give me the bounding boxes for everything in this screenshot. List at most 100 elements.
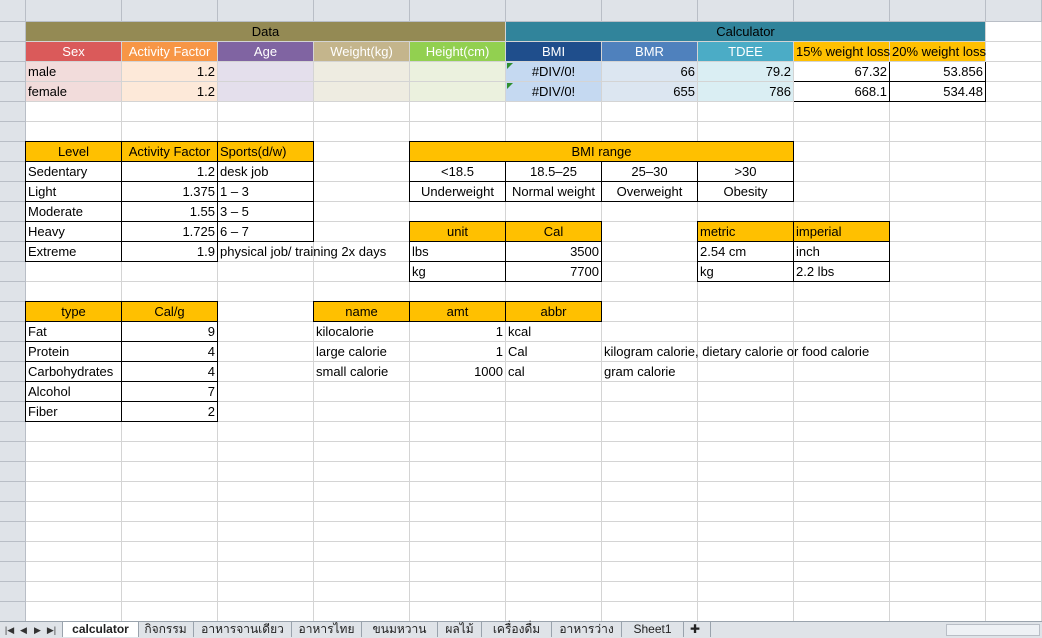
grid-cell[interactable]: [986, 602, 1042, 621]
grid-cell[interactable]: [890, 422, 986, 442]
grid-cell[interactable]: [410, 102, 506, 122]
grid-cell[interactable]: [794, 282, 890, 302]
grid-cell[interactable]: [218, 542, 314, 562]
grid-cell[interactable]: [890, 222, 986, 242]
grid-cell[interactable]: [314, 442, 410, 462]
calorie-amt[interactable]: 1: [410, 322, 506, 342]
level-sports[interactable]: physical job/ training 2x days: [218, 242, 386, 262]
grid-cell[interactable]: [218, 602, 314, 621]
row-header-10[interactable]: [0, 202, 26, 222]
metric-header[interactable]: metric: [697, 221, 794, 242]
next-sheet-nav-icon[interactable]: ▶: [32, 623, 43, 637]
age-input[interactable]: [218, 82, 314, 102]
row-header-6[interactable]: [0, 122, 26, 142]
grid-cell[interactable]: [122, 122, 218, 142]
grid-cell[interactable]: [218, 442, 314, 462]
sheet-tab[interactable]: อาหารไทย: [292, 622, 362, 637]
level-sports[interactable]: 3 – 5: [217, 201, 314, 222]
grid-cell[interactable]: [794, 302, 890, 322]
macro-cal[interactable]: 4: [121, 341, 218, 362]
level-name[interactable]: Moderate: [25, 201, 122, 222]
grid-cell[interactable]: [410, 202, 506, 222]
grid-cell[interactable]: [698, 322, 794, 342]
grid-cell[interactable]: [890, 342, 986, 362]
grid-cell[interactable]: [794, 582, 890, 602]
grid-cell[interactable]: [26, 422, 122, 442]
macro-type[interactable]: Alcohol: [25, 381, 122, 402]
grid-cell[interactable]: [602, 602, 698, 621]
grid-cell[interactable]: [794, 502, 890, 522]
grid-cell[interactable]: [890, 382, 986, 402]
grid-cell[interactable]: [314, 282, 410, 302]
grid-cell[interactable]: [890, 582, 986, 602]
grid-cell[interactable]: [26, 442, 122, 462]
grid-cell[interactable]: [986, 362, 1042, 382]
grid-cell[interactable]: [314, 222, 410, 242]
grid-cell[interactable]: [698, 562, 794, 582]
age-header[interactable]: Age: [218, 42, 314, 62]
unit-name[interactable]: lbs: [409, 241, 506, 262]
grid-cell[interactable]: [26, 482, 122, 502]
row-header-1[interactable]: [0, 22, 26, 42]
grid-cell[interactable]: [506, 102, 602, 122]
sex-value[interactable]: female: [26, 82, 122, 102]
grid-cell[interactable]: [602, 462, 698, 482]
grid-cell[interactable]: [698, 282, 794, 302]
grid-cell[interactable]: [890, 242, 986, 262]
grid-cell[interactable]: [794, 522, 890, 542]
row-header-19[interactable]: [0, 382, 26, 402]
grid-cell[interactable]: [986, 182, 1042, 202]
grid-cell[interactable]: [314, 122, 410, 142]
row-header-9[interactable]: [0, 182, 26, 202]
grid-cell[interactable]: [986, 102, 1042, 122]
calorie-amt[interactable]: 1000: [410, 362, 506, 382]
data-header-cell[interactable]: Data: [26, 22, 506, 42]
grid-cell[interactable]: [218, 262, 314, 282]
grid-cell[interactable]: [314, 542, 410, 562]
grid-cell[interactable]: [122, 562, 218, 582]
row-header-30[interactable]: [0, 602, 26, 621]
bmi-range-value[interactable]: <18.5: [409, 161, 506, 182]
height-input[interactable]: [410, 62, 506, 82]
height-input[interactable]: [410, 82, 506, 102]
column-header-d[interactable]: [314, 0, 410, 22]
grid-cell[interactable]: [122, 282, 218, 302]
grid-cell[interactable]: [122, 542, 218, 562]
loss15-header[interactable]: 15% weight loss: [794, 42, 890, 62]
level-sports[interactable]: desk job: [217, 161, 314, 182]
row-header-5[interactable]: [0, 102, 26, 122]
calorie-note[interactable]: gram calorie: [602, 362, 698, 382]
column-header-c[interactable]: [218, 0, 314, 22]
grid-cell[interactable]: [794, 162, 890, 182]
grid-cell[interactable]: [410, 562, 506, 582]
loss20-header[interactable]: 20% weight loss: [890, 42, 986, 62]
level-sports[interactable]: 1 – 3: [217, 181, 314, 202]
type-header[interactable]: type: [25, 301, 122, 322]
grid-cell[interactable]: [122, 522, 218, 542]
grid-cell[interactable]: [890, 362, 986, 382]
grid-cell[interactable]: [122, 262, 218, 282]
grid-cell[interactable]: [410, 582, 506, 602]
grid-cell[interactable]: [794, 362, 890, 382]
grid-cell[interactable]: [602, 402, 698, 422]
row-header-25[interactable]: [0, 502, 26, 522]
macro-type[interactable]: Protein: [25, 341, 122, 362]
grid-cell[interactable]: [602, 542, 698, 562]
grid-cell[interactable]: [506, 422, 602, 442]
grid-cell[interactable]: [602, 302, 698, 322]
macro-cal[interactable]: 9: [121, 321, 218, 342]
grid-cell[interactable]: [986, 162, 1042, 182]
grid-cell[interactable]: [26, 122, 122, 142]
macro-cal[interactable]: 7: [121, 381, 218, 402]
calorie-name[interactable]: kilocalorie: [314, 322, 410, 342]
column-header-k[interactable]: [986, 0, 1042, 22]
grid-cell[interactable]: [890, 542, 986, 562]
grid-cell[interactable]: [122, 102, 218, 122]
macro-type[interactable]: Fiber: [25, 401, 122, 422]
first-sheet-nav-icon[interactable]: |◀: [4, 623, 15, 637]
grid-cell[interactable]: [986, 422, 1042, 442]
grid-cell[interactable]: [698, 462, 794, 482]
grid-cell[interactable]: [794, 482, 890, 502]
grid-cell[interactable]: [506, 402, 602, 422]
grid-cell[interactable]: [602, 242, 698, 262]
